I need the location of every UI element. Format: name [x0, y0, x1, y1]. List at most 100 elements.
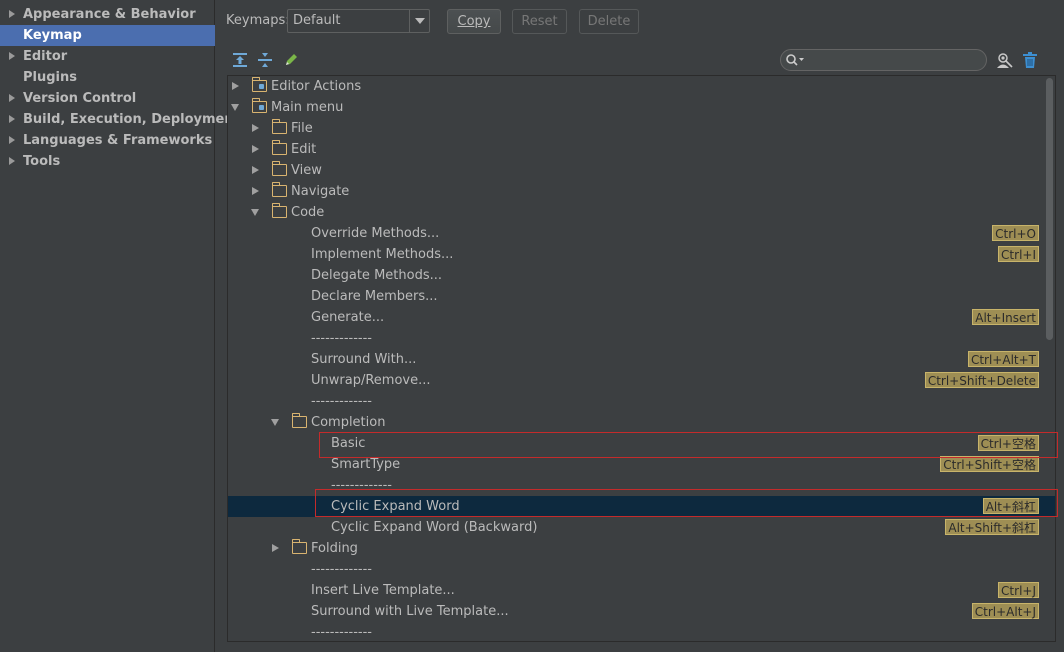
tree-row-folding[interactable]: Folding — [228, 538, 1055, 559]
shortcut-badge: Ctrl+Shift+Delete — [924, 372, 1039, 388]
tree-row-label: Editor Actions — [271, 79, 362, 94]
reset-button-label: Reset — [521, 14, 558, 29]
chevron-right-icon[interactable] — [9, 52, 15, 60]
tree-row-label: View — [291, 163, 322, 178]
tree-row-completion[interactable]: Completion — [228, 412, 1055, 433]
chevron-right-icon[interactable] — [252, 124, 259, 132]
find-shortcut-icon[interactable] — [996, 52, 1014, 69]
chevron-right-icon[interactable] — [9, 136, 15, 144]
expand-all-icon[interactable] — [232, 52, 248, 68]
search-input[interactable] — [780, 49, 987, 71]
tree-row-implement-methods[interactable]: Implement Methods... Ctrl+I — [228, 244, 1055, 265]
tree-row-unwrap-remove[interactable]: Unwrap/Remove... Ctrl+Shift+Delete — [228, 370, 1055, 391]
tree-row-cyclic-expand-word-backward[interactable]: Cyclic Expand Word (Backward) Alt+Shift+… — [228, 517, 1055, 538]
tree-row-surround-with-live-template[interactable]: Surround with Live Template... Ctrl+Alt+… — [228, 601, 1055, 622]
tree-row-separator: ------------- — [228, 559, 1055, 580]
sidebar-item-label: Build, Execution, Deployment — [23, 112, 240, 127]
tree-row-smarttype[interactable]: SmartType Ctrl+Shift+空格 — [228, 454, 1055, 475]
tree-row-delegate-methods[interactable]: Delegate Methods... — [228, 265, 1055, 286]
shortcut-badge: Ctrl+空格 — [977, 435, 1039, 451]
tree-row-label: Insert Live Template... — [311, 583, 455, 598]
tree-row-code[interactable]: Code — [228, 202, 1055, 223]
chevron-right-icon[interactable] — [9, 10, 15, 18]
keymap-dropdown[interactable]: Default — [287, 9, 430, 33]
tree-row-label: Delegate Methods... — [311, 268, 442, 283]
sidebar-item-editor[interactable]: Editor — [0, 46, 215, 67]
tree-row-view[interactable]: View — [228, 160, 1055, 181]
chevron-right-icon[interactable] — [252, 166, 259, 174]
keymap-dropdown-value: Default — [293, 13, 341, 28]
tree-row-label: Basic — [331, 436, 366, 451]
sidebar-item-label: Tools — [23, 154, 61, 169]
tree-row-label: Cyclic Expand Word (Backward) — [331, 520, 538, 535]
chevron-right-icon[interactable] — [9, 157, 15, 165]
collapse-all-icon[interactable] — [257, 52, 273, 68]
folder-icon — [251, 77, 267, 92]
shortcut-badge: Ctrl+J — [998, 582, 1039, 598]
sidebar-item-build-execution-deployment[interactable]: Build, Execution, Deployment — [0, 109, 240, 130]
chevron-right-icon[interactable] — [252, 187, 259, 195]
tree-row-label: Edit — [291, 142, 317, 157]
folder-icon — [271, 203, 287, 218]
sidebar-item-tools[interactable]: Tools — [0, 151, 215, 172]
copy-button[interactable]: Copy — [447, 9, 501, 34]
tree-row-cyclic-expand-word[interactable]: Cyclic Expand Word Alt+斜杠 — [228, 496, 1055, 517]
sidebar-item-languages-frameworks[interactable]: Languages & Frameworks — [0, 130, 215, 151]
search-icon[interactable] — [785, 53, 807, 67]
tree-row-file[interactable]: File — [228, 118, 1055, 139]
tree-row-edit[interactable]: Edit — [228, 139, 1055, 160]
tree-row-navigate[interactable]: Navigate — [228, 181, 1055, 202]
sidebar-item-appearance-behavior[interactable]: Appearance & Behavior — [0, 4, 215, 25]
tree-row-label: Override Methods... — [311, 226, 440, 241]
sidebar-item-label: Languages & Frameworks — [23, 133, 213, 148]
tree-row-declare-members[interactable]: Declare Members... — [228, 286, 1055, 307]
shortcut-badge: Ctrl+O — [992, 225, 1039, 241]
keymap-actions-tree[interactable]: Editor Actions Main menu File Edit View … — [227, 75, 1056, 642]
tree-row-label: Implement Methods... — [311, 247, 454, 262]
shortcut-badge: Ctrl+Alt+T — [967, 351, 1039, 367]
folder-icon — [271, 119, 287, 134]
sidebar-item-version-control[interactable]: Version Control — [0, 88, 215, 109]
tree-row-label: Main menu — [271, 100, 344, 115]
chevron-right-icon[interactable] — [9, 94, 15, 102]
folder-icon — [271, 140, 287, 155]
tree-row-override-methods[interactable]: Override Methods... Ctrl+O — [228, 223, 1055, 244]
chevron-right-icon[interactable] — [252, 145, 259, 153]
delete-button[interactable]: Delete — [579, 9, 639, 34]
copy-button-label: Copy — [457, 14, 491, 29]
reset-button[interactable]: Reset — [512, 9, 567, 34]
keymaps-label: Keymaps: — [226, 13, 290, 28]
tree-row-basic[interactable]: Basic Ctrl+空格 — [228, 433, 1055, 454]
sidebar-item-label: Version Control — [23, 91, 137, 106]
shortcut-badge: Alt+斜杠 — [982, 498, 1039, 514]
delete-button-label: Delete — [587, 14, 631, 29]
tree-row-surround-with[interactable]: Surround With... Ctrl+Alt+T — [228, 349, 1055, 370]
tree-row-insert-live-template[interactable]: Insert Live Template... Ctrl+J — [228, 580, 1055, 601]
trash-icon[interactable] — [1022, 52, 1038, 69]
folder-icon — [271, 161, 287, 176]
edit-icon[interactable] — [283, 52, 299, 68]
sidebar-item-label: Plugins — [23, 70, 77, 85]
folder-icon — [291, 413, 307, 428]
sidebar-item-keymap[interactable]: Keymap — [0, 25, 215, 46]
tree-row-label: Surround with Live Template... — [311, 604, 509, 619]
sidebar-item-label: Keymap — [23, 28, 82, 43]
tree-row-separator: ------------- — [228, 391, 1055, 412]
shortcut-badge: Ctrl+Alt+J — [971, 603, 1039, 619]
shortcut-badge: Alt+Insert — [972, 309, 1039, 325]
tree-row-editor-actions[interactable]: Editor Actions — [228, 76, 1055, 97]
chevron-right-icon[interactable] — [9, 115, 15, 123]
tree-row-label: Code — [291, 205, 325, 220]
tree-row-label: Navigate — [291, 184, 350, 199]
sidebar-item-plugins[interactable]: Plugins — [0, 67, 215, 88]
chevron-down-icon[interactable] — [251, 209, 259, 216]
keymap-header: Keymaps: Default Copy Reset Delete — [216, 0, 1064, 44]
chevron-down-icon[interactable] — [409, 10, 429, 32]
tree-row-main-menu[interactable]: Main menu — [228, 97, 1055, 118]
separator-label: ------------- — [311, 331, 372, 346]
tree-row-generate[interactable]: Generate... Alt+Insert — [228, 307, 1055, 328]
chevron-right-icon[interactable] — [272, 544, 279, 552]
chevron-right-icon[interactable] — [232, 82, 239, 90]
chevron-down-icon[interactable] — [231, 104, 239, 111]
chevron-down-icon[interactable] — [271, 419, 279, 426]
